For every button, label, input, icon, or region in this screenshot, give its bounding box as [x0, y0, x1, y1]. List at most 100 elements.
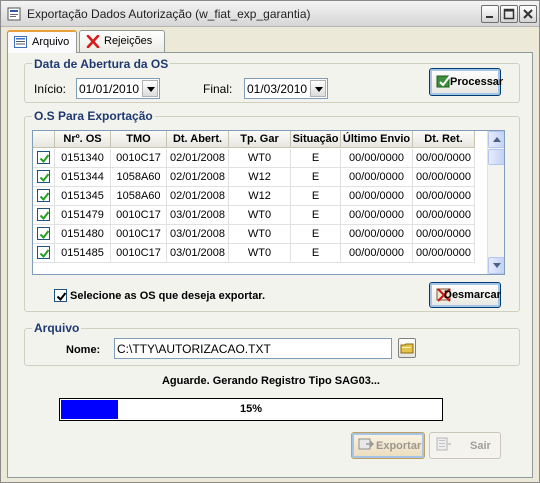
export-button[interactable]: Exportar — [351, 432, 425, 459]
file-name-input[interactable] — [117, 341, 389, 356]
scroll-up-button[interactable] — [488, 131, 504, 148]
cell-tp-gar: WT0 — [229, 244, 291, 263]
cell-situacao: E — [291, 206, 341, 225]
cell-situacao: E — [291, 244, 341, 263]
cell-nr-os: 0151480 — [55, 225, 111, 244]
folder-icon — [400, 343, 414, 354]
cell-tmo: 1058A60 — [111, 168, 167, 187]
cell-nr-os: 0151485 — [55, 244, 111, 263]
list-icon — [14, 36, 27, 51]
unmark-button-label: Desmarcar — [444, 289, 501, 301]
row-checkbox[interactable] — [37, 208, 50, 221]
cell-nr-os: 0151340 — [55, 149, 111, 168]
close-icon — [523, 9, 533, 19]
col-dt-ret[interactable]: Dt. Ret. — [413, 131, 475, 148]
cell-dt-abert: 02/01/2008 — [167, 187, 229, 206]
cell-nr-os: 0151344 — [55, 168, 111, 187]
chevron-down-icon — [147, 87, 155, 92]
cell-tmo: 0010C17 — [111, 244, 167, 263]
cell-situacao: E — [291, 187, 341, 206]
final-dropdown-arrow[interactable] — [310, 80, 326, 97]
select-all-checkbox[interactable] — [54, 289, 67, 302]
cell-dt-abert: 02/01/2008 — [167, 149, 229, 168]
cell-tmo: 1058A60 — [111, 187, 167, 206]
table-scrollbar[interactable] — [487, 131, 504, 274]
cell-ultimo-envio: 00/00/0000 — [341, 206, 413, 225]
status-message: Aguarde. Gerando Registro Tipo SAG03... — [161, 375, 380, 387]
checkmark-icon — [39, 192, 50, 202]
chevron-down-icon — [493, 263, 501, 268]
cell-nr-os: 0151345 — [55, 187, 111, 206]
inicio-date-dropdown[interactable]: 01/01/2010 — [76, 78, 160, 99]
cell-ultimo-envio: 00/00/0000 — [341, 225, 413, 244]
cell-tmo: 0010C17 — [111, 149, 167, 168]
cell-tp-gar: W12 — [229, 187, 291, 206]
cell-tp-gar: WT0 — [229, 225, 291, 244]
period-group-title: Data de Abertura da OS — [32, 57, 171, 71]
close-button[interactable] — [519, 5, 537, 23]
exit-button[interactable]: Sair — [429, 432, 501, 459]
file-group-title: Arquivo — [32, 321, 82, 335]
minimize-icon — [486, 16, 493, 18]
cell-ultimo-envio: 00/00/0000 — [341, 168, 413, 187]
exit-button-label: Sair — [470, 440, 491, 452]
col-tmo[interactable]: TMO — [111, 131, 167, 148]
cell-dt-abert: 02/01/2008 — [167, 168, 229, 187]
row-checkbox[interactable] — [37, 151, 50, 164]
progress-label: 15% — [239, 403, 263, 415]
os-group-title: O.S Para Exportação — [32, 109, 155, 123]
tab-rejeicoes[interactable]: Rejeições — [79, 30, 165, 52]
checkmark-icon — [56, 292, 67, 302]
row-select-cell — [33, 244, 55, 263]
process-button-label: Processar — [450, 76, 504, 88]
cell-situacao: E — [291, 149, 341, 168]
tab-arquivo[interactable]: Arquivo — [7, 30, 77, 53]
checkmark-icon — [39, 230, 50, 240]
col-dt-abert[interactable]: Dt. Abert. — [167, 131, 229, 148]
cell-dt-abert: 03/01/2008 — [167, 244, 229, 263]
unmark-button[interactable]: Desmarcar — [429, 282, 501, 308]
scroll-thumb[interactable] — [488, 149, 504, 165]
col-ultimo-envio[interactable]: Último Envio — [341, 131, 413, 148]
cell-dt-ret: 00/00/0000 — [413, 244, 475, 263]
col-situacao[interactable]: Situação — [291, 131, 341, 148]
minimize-button[interactable] — [481, 5, 499, 23]
red-x-icon — [86, 34, 100, 51]
checkmark-icon — [39, 211, 50, 221]
cell-tmo: 0010C17 — [111, 206, 167, 225]
cell-ultimo-envio: 00/00/0000 — [341, 244, 413, 263]
row-checkbox[interactable] — [37, 246, 50, 259]
row-checkbox[interactable] — [37, 170, 50, 183]
os-table: Nrº. OS TMO Dt. Abert. Tp. Gar Situação … — [32, 130, 505, 275]
cell-dt-ret: 00/00/0000 — [413, 187, 475, 206]
row-select-cell — [33, 168, 55, 187]
tab-rejeicoes-label: Rejeições — [104, 35, 153, 47]
cell-dt-ret: 00/00/0000 — [413, 149, 475, 168]
row-select-cell — [33, 187, 55, 206]
inicio-dropdown-arrow[interactable] — [142, 80, 158, 97]
cell-dt-abert: 03/01/2008 — [167, 225, 229, 244]
row-select-cell — [33, 206, 55, 225]
maximize-icon — [503, 8, 515, 20]
final-date-dropdown[interactable]: 01/03/2010 — [244, 78, 328, 99]
final-label: Final: — [203, 82, 233, 96]
row-checkbox[interactable] — [37, 227, 50, 240]
cell-tp-gar: W12 — [229, 168, 291, 187]
cell-tmo: 0010C17 — [111, 225, 167, 244]
file-name-field[interactable] — [114, 338, 392, 359]
col-nr-os[interactable]: Nrº. OS — [55, 131, 111, 148]
row-checkbox[interactable] — [37, 189, 50, 202]
maximize-button[interactable] — [500, 5, 518, 23]
browse-folder-button[interactable] — [398, 338, 416, 358]
cell-nr-os: 0151479 — [55, 206, 111, 225]
scroll-down-button[interactable] — [488, 257, 504, 274]
inicio-label: Início: — [34, 82, 67, 96]
col-tp-gar[interactable]: Tp. Gar — [229, 131, 291, 148]
tab-panel-arquivo: Data de Abertura da OS Início: 01/01/201… — [7, 52, 533, 478]
cell-tp-gar: WT0 — [229, 149, 291, 168]
export-window: Exportação Dados Autorização (w_fiat_exp… — [0, 0, 540, 483]
checkmark-icon — [39, 154, 50, 164]
cell-dt-ret: 00/00/0000 — [413, 206, 475, 225]
row-select-cell — [33, 225, 55, 244]
process-button[interactable]: Processar — [429, 68, 504, 96]
